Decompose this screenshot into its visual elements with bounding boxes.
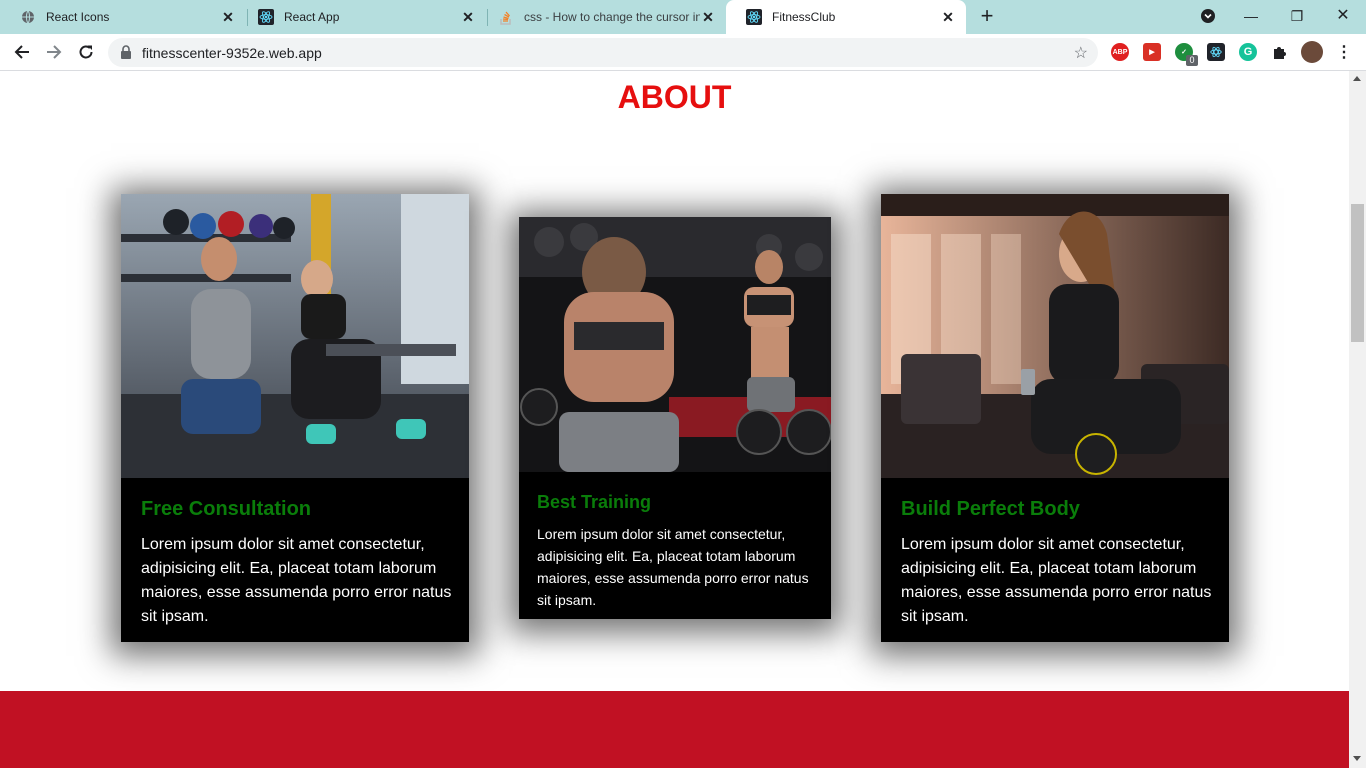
- extension-badge: 0: [1186, 55, 1198, 66]
- reload-icon[interactable]: [74, 40, 98, 64]
- card-text: Lorem ipsum dolor sit amet consectetur, …: [141, 536, 452, 625]
- tab-title: FitnessClub: [772, 10, 836, 24]
- stackoverflow-icon: [498, 9, 514, 25]
- card-heading: Build Perfect Body: [901, 498, 1080, 520]
- card-image-mirror-workout: [519, 217, 831, 472]
- extension-red-icon[interactable]: ▶: [1143, 43, 1161, 61]
- close-tab-icon[interactable]: ✕: [460, 9, 476, 25]
- browser-toolbar: fitnesscenter-9352e.web.app ☆ ABP ▶ ✓ 0 …: [0, 34, 1366, 71]
- tab-react-app[interactable]: React App ✕: [238, 0, 486, 34]
- tab-title: React App: [284, 10, 340, 24]
- back-icon[interactable]: [10, 40, 34, 64]
- grammarly-icon[interactable]: G: [1239, 43, 1257, 61]
- card-free-consultation: Free Consultation Lorem ipsum dolor sit …: [121, 194, 469, 642]
- card-heading: Free Consultation: [141, 498, 312, 520]
- adblock-plus-icon[interactable]: ABP: [1111, 43, 1129, 61]
- card-image-gym-phone: [881, 194, 1229, 478]
- close-tab-icon[interactable]: ✕: [940, 9, 956, 25]
- extensions-puzzle-icon[interactable]: [1271, 43, 1289, 61]
- scroll-up-icon[interactable]: [1353, 76, 1361, 81]
- profile-avatar[interactable]: [1301, 41, 1323, 63]
- card-heading: Best Training: [537, 492, 652, 512]
- globe-icon: [20, 9, 36, 25]
- tab-title: css - How to change the cursor in: [524, 10, 700, 24]
- tab-title: React Icons: [46, 10, 110, 24]
- new-tab-button[interactable]: +: [976, 5, 998, 28]
- tab-search-button[interactable]: [1196, 4, 1220, 28]
- card-build-perfect-body: Build Perfect Body Lorem ipsum dolor sit…: [881, 194, 1229, 642]
- address-bar[interactable]: fitnesscenter-9352e.web.app ☆: [108, 38, 1098, 67]
- browser-menu-icon[interactable]: ⋮: [1335, 43, 1353, 61]
- close-tab-icon[interactable]: ✕: [220, 9, 236, 25]
- minimize-icon[interactable]: —: [1239, 4, 1263, 28]
- page-scrollbar[interactable]: [1349, 71, 1366, 768]
- card-text: Lorem ipsum dolor sit amet consectetur, …: [901, 536, 1212, 625]
- bookmark-star-icon[interactable]: ☆: [1074, 43, 1088, 63]
- url-text: fitnesscenter-9352e.web.app: [142, 45, 322, 61]
- next-section-banner: [0, 691, 1349, 768]
- tab-stackoverflow[interactable]: css - How to change the cursor in ✕: [478, 0, 726, 34]
- react-devtools-icon[interactable]: [1207, 43, 1225, 61]
- browser-tab-strip: React Icons ✕ React App ✕ css - How to c…: [0, 0, 1366, 34]
- tab-react-icons[interactable]: React Icons ✕: [0, 0, 246, 34]
- card-text: Lorem ipsum dolor sit amet consectetur, …: [537, 526, 809, 608]
- lock-icon[interactable]: [120, 45, 132, 64]
- about-title: ABOUT: [617, 79, 732, 115]
- scrollbar-thumb[interactable]: [1351, 204, 1364, 342]
- restore-icon[interactable]: ❐: [1285, 4, 1309, 28]
- react-icon: [258, 9, 274, 25]
- card-best-training: Best Training Lorem ipsum dolor sit amet…: [519, 217, 831, 619]
- react-icon: [746, 9, 762, 25]
- tab-fitnessclub[interactable]: FitnessClub ✕: [726, 0, 966, 34]
- forward-icon[interactable]: [42, 40, 66, 64]
- scroll-down-icon[interactable]: [1353, 756, 1361, 761]
- page-content: ABOUT Free Consultation Lorem ipsum dolo…: [0, 71, 1349, 768]
- close-tab-icon[interactable]: ✕: [700, 9, 716, 25]
- close-window-icon[interactable]: ✕: [1331, 4, 1355, 28]
- card-image-trainer: [121, 194, 469, 478]
